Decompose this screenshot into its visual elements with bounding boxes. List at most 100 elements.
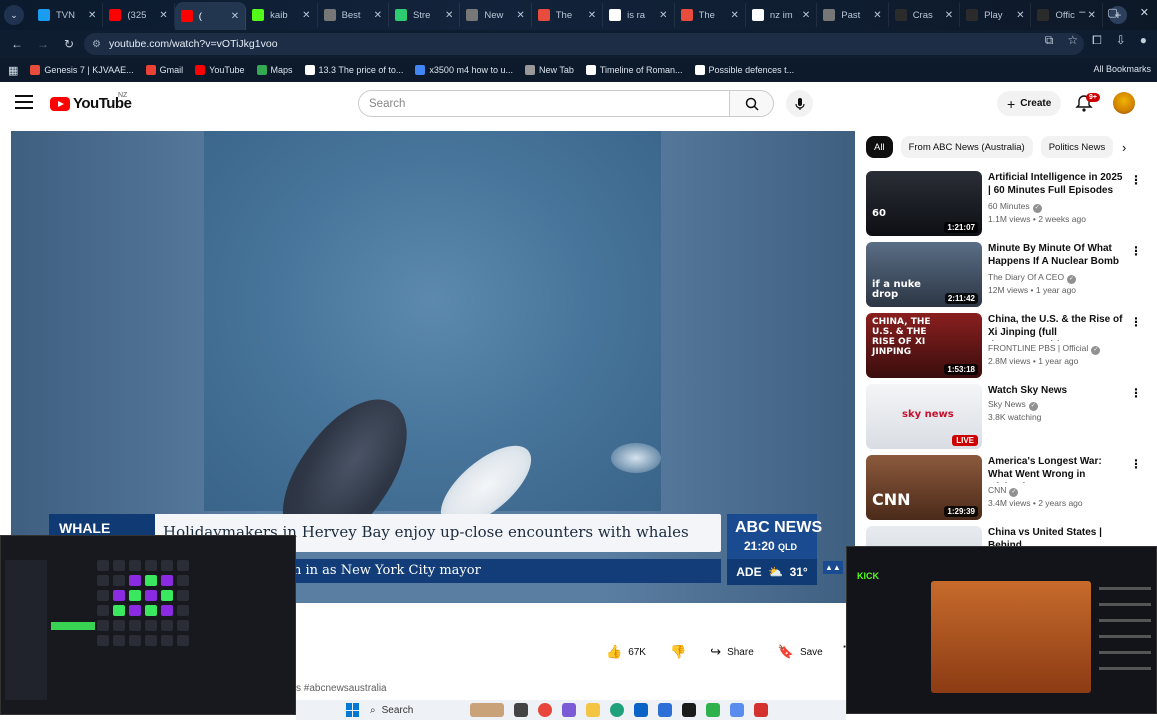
bookmark-item[interactable]: Gmail: [145, 65, 183, 75]
bookmark-item[interactable]: 13.3 The price of to...: [304, 65, 403, 75]
recommended-video[interactable]: if a nuke drop 2:11:42 Minute By Minute Of…: [866, 242, 1146, 308]
tab-close-icon[interactable]: ✕: [231, 11, 239, 22]
reload-icon[interactable]: ↻: [58, 33, 80, 55]
channel-name[interactable]: CNN ✓: [988, 485, 1019, 497]
file-explorer-icon[interactable]: [586, 703, 600, 717]
video-thumbnail[interactable]: CNN 1:29:39: [866, 455, 982, 520]
video-player[interactable]: WHALE Holidaymakers in Hervey Bay enjoy …: [11, 131, 855, 603]
tab-close-icon[interactable]: ✕: [159, 10, 167, 21]
bookmark-item[interactable]: Genesis 7 | KJVAAE...: [30, 65, 134, 75]
search-button[interactable]: [730, 90, 774, 117]
filter-chip[interactable]: From ABC News (Australia): [900, 136, 1033, 158]
recommended-video[interactable]: 60 1:21:07 Artificial Intelligence in 2025…: [866, 171, 1146, 237]
green-app-icon[interactable]: [706, 703, 720, 717]
tab-close-icon[interactable]: ✕: [802, 10, 810, 21]
share-button[interactable]: ↪ Share: [702, 639, 762, 665]
windows-start-icon[interactable]: [346, 703, 360, 717]
dislike-button[interactable]: 👎: [661, 639, 695, 665]
bookmark-item[interactable]: YouTube: [195, 65, 245, 75]
video-title[interactable]: Minute By Minute Of What Happens If A Nu…: [988, 242, 1124, 270]
search-input[interactable]: Search: [358, 90, 730, 117]
task-view-icon[interactable]: [514, 703, 528, 717]
profile-icon[interactable]: ●: [1140, 33, 1147, 48]
recommended-video[interactable]: sky news LIVE Watch Sky News Sky News ✓ 3.8K …: [866, 384, 1146, 450]
channel-name[interactable]: 60 Minutes ✓: [988, 201, 1042, 213]
browser-tab[interactable]: (✕: [174, 2, 247, 30]
filter-chip[interactable]: Politics News: [1040, 136, 1114, 158]
recommended-video[interactable]: CHINA, THE U.S. & THE RISE OF XI JINPING…: [866, 313, 1146, 379]
bookmark-item[interactable]: Timeline of Roman...: [585, 65, 683, 75]
browser-tab[interactable]: Cras ✕: [889, 3, 961, 27]
tab-search-button[interactable]: ⌄: [4, 5, 24, 25]
video-title[interactable]: America's Longest War: What Went Wrong i…: [988, 455, 1124, 483]
taskbar-search[interactable]: ⌕ Search: [370, 705, 460, 716]
browser-tab[interactable]: is ra ✕: [603, 3, 675, 27]
bookmark-item[interactable]: Maps: [256, 65, 293, 75]
address-bar[interactable]: ⚙ youtube.com/watch?v=vOTiJkg1voo: [84, 33, 1084, 55]
browser-tab[interactable]: Play ✕: [960, 3, 1032, 27]
browser-tab[interactable]: Stre ✕: [389, 3, 461, 27]
browser-tab[interactable]: TVN ✕: [32, 3, 104, 27]
channel-name[interactable]: Sky News ✓: [988, 399, 1038, 411]
chevron-right-icon[interactable]: ›: [1122, 140, 1126, 155]
voice-search-button[interactable]: [786, 90, 813, 117]
site-info-icon[interactable]: ⚙: [92, 39, 101, 50]
browser-tab[interactable]: nz im ✕: [746, 3, 818, 27]
maximize-icon[interactable]: ▢: [1107, 6, 1117, 19]
terminal-icon[interactable]: [682, 703, 696, 717]
widgets-icon[interactable]: [470, 703, 504, 717]
like-button[interactable]: 👍 67K: [598, 639, 654, 665]
back-icon[interactable]: ←: [6, 33, 28, 55]
tab-close-icon[interactable]: ✕: [302, 10, 310, 21]
close-window-icon[interactable]: ✕: [1140, 6, 1149, 19]
install-icon[interactable]: ⧉: [1045, 33, 1054, 48]
pip-window-right[interactable]: KICK: [846, 546, 1157, 714]
minimize-icon[interactable]: –: [1079, 6, 1085, 19]
tab-close-icon[interactable]: ✕: [1016, 10, 1024, 21]
channel-name[interactable]: The Diary Of A CEO ✓: [988, 272, 1077, 284]
chrome-icon[interactable]: [538, 703, 552, 717]
browser-tab[interactable]: Best ✕: [318, 3, 389, 27]
red-app-icon[interactable]: [754, 703, 768, 717]
video-thumbnail[interactable]: sky news LIVE: [866, 384, 982, 449]
all-bookmarks[interactable]: All Bookmarks: [1093, 64, 1151, 74]
more-vert-icon[interactable]: ⋮: [1130, 457, 1142, 471]
more-vert-icon[interactable]: ⋮: [1130, 244, 1142, 258]
more-vert-icon[interactable]: ⋮: [1130, 173, 1142, 187]
tab-close-icon[interactable]: ✕: [88, 10, 96, 21]
tab-close-icon[interactable]: ✕: [374, 10, 382, 21]
avatar[interactable]: [1113, 92, 1135, 114]
tab-close-icon[interactable]: ✕: [873, 10, 881, 21]
video-thumbnail[interactable]: 60 1:21:07: [866, 171, 982, 236]
video-title[interactable]: Watch Sky News: [988, 384, 1124, 397]
extensions-icon[interactable]: ⧠: [1092, 33, 1102, 48]
bookmark-item[interactable]: Possible defences t...: [694, 65, 794, 75]
tab-close-icon[interactable]: ✕: [659, 10, 667, 21]
tab-close-icon[interactable]: ✕: [945, 10, 953, 21]
video-thumbnail[interactable]: if a nuke drop 2:11:42: [866, 242, 982, 307]
tab-close-icon[interactable]: ✕: [445, 10, 453, 21]
tab-close-icon[interactable]: ✕: [588, 10, 596, 21]
copilot-icon[interactable]: [562, 703, 576, 717]
forward-icon[interactable]: →: [32, 33, 54, 55]
apps-icon[interactable]: ▦: [8, 64, 18, 77]
tab-close-icon[interactable]: ✕: [731, 10, 739, 21]
store-icon[interactable]: [658, 703, 672, 717]
recommended-video[interactable]: CNN 1:29:39 America's Longest War: What We…: [866, 455, 1146, 521]
channel-name[interactable]: FRONTLINE PBS | Official ✓: [988, 343, 1101, 355]
video-hashtags[interactable]: s #abcnewsaustralia: [296, 683, 387, 694]
bookmark-item[interactable]: x3500 m4 how to u...: [415, 65, 513, 75]
messaging-icon[interactable]: [730, 703, 744, 717]
pip-window-left[interactable]: [0, 535, 296, 715]
video-thumbnail[interactable]: CHINA, THE U.S. & THE RISE OF XI JINPING…: [866, 313, 982, 378]
video-title[interactable]: Artificial Intelligence in 2025 | 60 Min…: [988, 171, 1124, 197]
bookmark-star-icon[interactable]: ☆: [1067, 33, 1078, 48]
browser-tab[interactable]: (325 ✕: [103, 3, 175, 27]
mail-icon[interactable]: [634, 703, 648, 717]
browser-tab[interactable]: The ✕: [675, 3, 746, 27]
video-title[interactable]: China, the U.S. & the Rise of Xi Jinping…: [988, 313, 1124, 341]
filter-chip[interactable]: All: [866, 136, 893, 158]
downloads-icon[interactable]: ⇩: [1116, 33, 1126, 48]
browser-tab[interactable]: kaib ✕: [246, 3, 318, 27]
tab-close-icon[interactable]: ✕: [516, 10, 524, 21]
